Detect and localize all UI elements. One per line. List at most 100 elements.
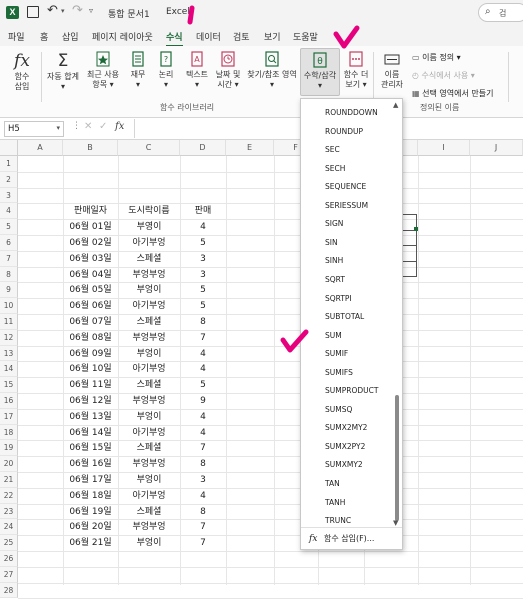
function-item-sumproduct[interactable]: SUMPRODUCT — [325, 385, 378, 397]
table-cell[interactable]: 아기부엉 — [118, 298, 180, 314]
row-header-14[interactable]: 14 — [0, 361, 18, 378]
row-header-24[interactable]: 24 — [0, 519, 18, 536]
table-cell[interactable]: 06월 21일 — [63, 535, 118, 551]
function-item-sumx2my2[interactable]: SUMX2MY2 — [325, 422, 367, 434]
financial-button[interactable]: 재무 ▾ — [125, 50, 151, 90]
table-cell[interactable]: 7 — [180, 535, 226, 551]
row-header-27[interactable]: 27 — [0, 566, 18, 583]
row-header-10[interactable]: 10 — [0, 298, 18, 314]
function-item-tan[interactable]: TAN — [325, 478, 340, 490]
tab-insert[interactable]: 삽입 — [62, 30, 79, 43]
row-header-15[interactable]: 15 — [0, 377, 18, 393]
table-cell[interactable]: 부엉부엉 — [118, 267, 180, 283]
table-cell[interactable]: 스페셜 — [118, 314, 180, 330]
table-header-cell[interactable]: 판매 — [180, 203, 226, 219]
function-item-roundup[interactable]: ROUNDUP — [325, 126, 363, 138]
tab-help[interactable]: 도움말 — [293, 30, 318, 43]
function-item-sinh[interactable]: SINH — [325, 255, 343, 267]
insert-function-menu-item[interactable]: fx 함수 삽입(F)... — [309, 533, 374, 544]
table-cell[interactable]: 5 — [180, 282, 226, 298]
table-header-cell[interactable]: 도시락이름 — [118, 203, 180, 219]
table-cell[interactable]: 06월 01일 — [63, 219, 118, 235]
column-header-B[interactable]: B — [63, 140, 118, 156]
function-item-sumif[interactable]: SUMIF — [325, 348, 348, 360]
row-header-19[interactable]: 19 — [0, 440, 18, 457]
table-cell[interactable]: 06월 14일 — [63, 425, 118, 441]
row-header-26[interactable]: 26 — [0, 551, 18, 567]
row-header-3[interactable]: 3 — [0, 187, 18, 204]
row-header-8[interactable]: 8 — [0, 266, 18, 283]
table-cell[interactable]: 06월 20일 — [63, 519, 118, 535]
define-name-button[interactable]: ▭ 이름 정의 ▾ — [412, 52, 461, 63]
table-cell[interactable]: 7 — [180, 440, 226, 456]
fill-handle[interactable] — [414, 227, 418, 231]
autosum-button[interactable]: Σ 자동 합계 ▾ — [44, 50, 82, 92]
function-item-subtotal[interactable]: SUBTOTAL — [325, 311, 364, 323]
function-item-sin[interactable]: SIN — [325, 237, 338, 249]
row-header-17[interactable]: 17 — [0, 408, 18, 425]
text-button[interactable]: A 텍스트 ▾ — [181, 50, 213, 90]
tab-page-layout[interactable]: 페이지 레이아웃 — [92, 30, 153, 43]
function-item-seriessum[interactable]: SERIESSUM — [325, 200, 368, 212]
row-header-25[interactable]: 25 — [0, 535, 18, 551]
undo-icon[interactable]: ↶ — [47, 3, 58, 18]
name-box[interactable]: H5 ▾ — [4, 121, 64, 137]
table-cell[interactable]: 8 — [180, 314, 226, 330]
fx-insert-icon[interactable]: fx — [115, 121, 124, 132]
tab-file[interactable]: 파일 — [8, 30, 25, 43]
row-header-23[interactable]: 23 — [0, 503, 18, 520]
cancel-icon[interactable]: ✕ — [84, 121, 92, 132]
tab-view[interactable]: 보기 — [264, 30, 281, 43]
table-cell[interactable]: 7 — [180, 330, 226, 346]
table-cell[interactable]: 스페셜 — [118, 504, 180, 520]
table-cell[interactable]: 06월 15일 — [63, 440, 118, 456]
table-cell[interactable]: 06월 04일 — [63, 267, 118, 283]
column-header-D[interactable]: D — [180, 140, 226, 156]
table-cell[interactable]: 스페셜 — [118, 440, 180, 456]
table-cell[interactable]: 부엉부엉 — [118, 330, 180, 346]
formula-bar-more-icon[interactable]: ⋮ — [72, 121, 81, 131]
table-cell[interactable]: 아기부엉 — [118, 425, 180, 441]
table-cell[interactable]: 부엉부엉 — [118, 519, 180, 535]
scroll-up-icon[interactable]: ▲ — [393, 101, 398, 109]
table-cell[interactable]: 스페셜 — [118, 377, 180, 393]
table-cell[interactable]: 아기부엉 — [118, 235, 180, 251]
redo-icon[interactable]: ↷ — [72, 3, 83, 18]
tab-review[interactable]: 검토 — [233, 30, 250, 43]
row-header-22[interactable]: 22 — [0, 487, 18, 504]
table-cell[interactable]: 06월 11일 — [63, 377, 118, 393]
function-item-sumsq[interactable]: SUMSQ — [325, 404, 352, 416]
undo-dropdown-icon[interactable]: ▾ — [61, 7, 65, 15]
column-header-E[interactable]: E — [226, 140, 274, 156]
function-item-sqrt[interactable]: SQRT — [325, 274, 345, 286]
table-cell[interactable]: 4 — [180, 425, 226, 441]
worksheet-grid[interactable]: ABCDEFGHIJ 12345678910111213141516171819… — [0, 140, 523, 599]
table-cell[interactable]: 06월 09일 — [63, 346, 118, 362]
row-header-13[interactable]: 13 — [0, 345, 18, 362]
column-header-A[interactable]: A — [18, 140, 63, 156]
lookup-reference-button[interactable]: 찾기/참조 영역 ▾ — [244, 50, 300, 90]
table-cell[interactable]: 06월 19일 — [63, 504, 118, 520]
table-cell[interactable]: 06월 06일 — [63, 298, 118, 314]
name-box-dropdown-icon[interactable]: ▾ — [56, 124, 60, 132]
table-cell[interactable]: 06월 03일 — [63, 251, 118, 267]
table-cell[interactable]: 06월 10일 — [63, 361, 118, 377]
table-cell[interactable]: 06월 18일 — [63, 488, 118, 504]
table-cell[interactable]: 스페셜 — [118, 251, 180, 267]
table-cell[interactable]: 4 — [180, 409, 226, 425]
table-cell[interactable]: 8 — [180, 456, 226, 472]
row-header-6[interactable]: 6 — [0, 235, 18, 251]
table-cell[interactable]: 5 — [180, 377, 226, 393]
insert-function-button[interactable]: fx 함수 삽입 — [8, 50, 36, 92]
function-item-sum[interactable]: SUM — [325, 330, 342, 342]
table-cell[interactable]: 아기부엉 — [118, 488, 180, 504]
column-header-J[interactable]: J — [470, 140, 523, 156]
function-item-sequence[interactable]: SEQUENCE — [325, 181, 366, 193]
function-item-sumxmy2[interactable]: SUMXMY2 — [325, 459, 363, 471]
row-header-11[interactable]: 11 — [0, 314, 18, 330]
table-cell[interactable]: 4 — [180, 219, 226, 235]
select-all-corner[interactable] — [0, 140, 18, 156]
table-cell[interactable]: 4 — [180, 488, 226, 504]
function-item-sqrtpi[interactable]: SQRTPI — [325, 293, 352, 305]
row-header-2[interactable]: 2 — [0, 171, 18, 188]
